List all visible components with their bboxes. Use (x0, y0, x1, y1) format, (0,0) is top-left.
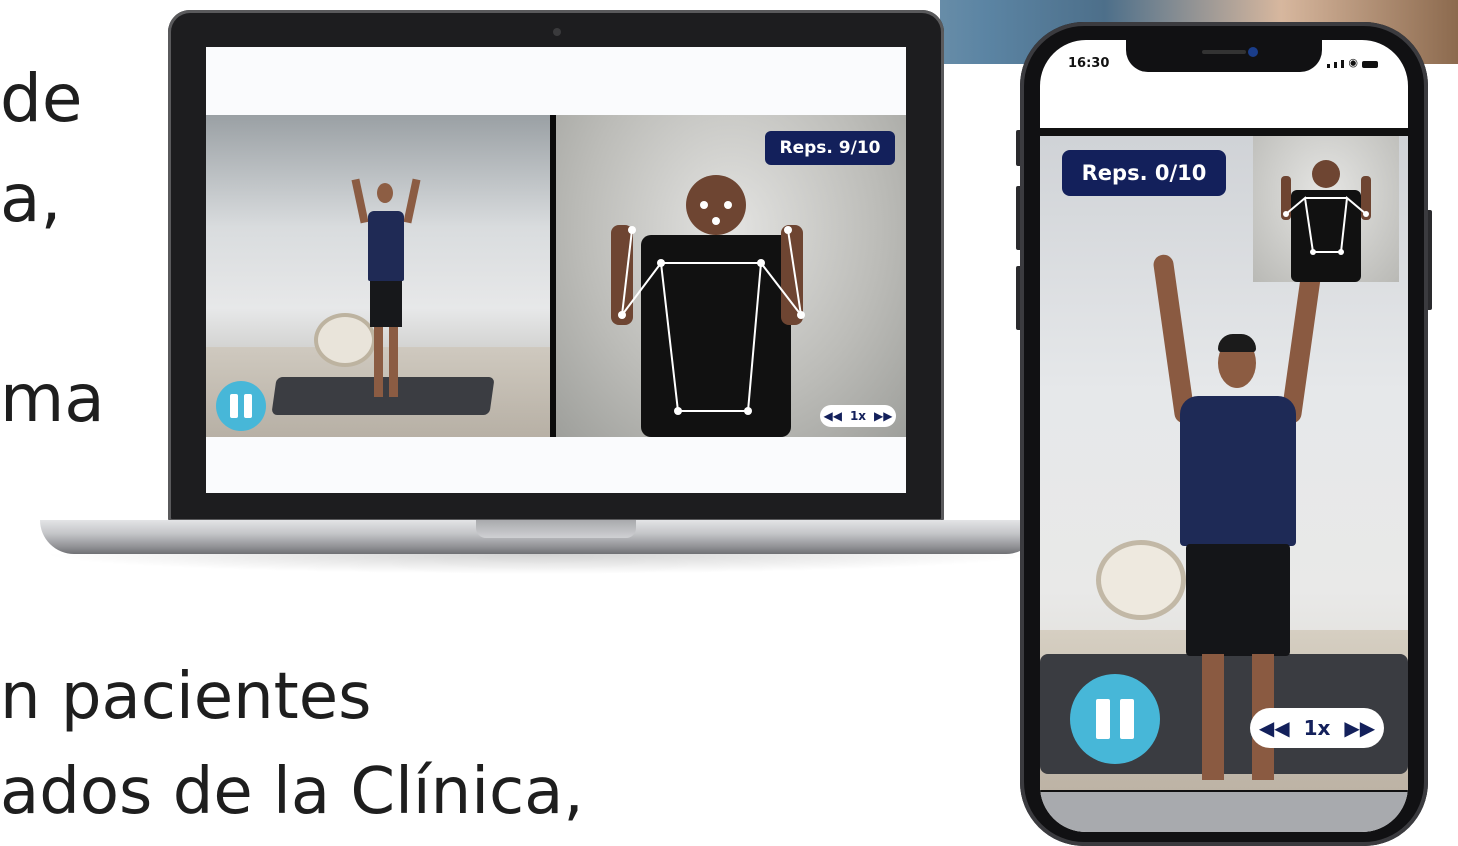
pause-button[interactable] (216, 381, 266, 431)
signal-icon (1327, 64, 1331, 68)
wifi-icon: ◉ (1348, 56, 1358, 69)
status-icons: ◉ (1327, 56, 1378, 69)
laptop-camera (553, 28, 561, 36)
fast-forward-icon[interactable]: ▶▶ (1344, 716, 1375, 740)
instructor-figure (1152, 198, 1324, 788)
front-camera-icon (1248, 47, 1258, 57)
patient-camera-pip[interactable] (1253, 136, 1399, 282)
exercise-video-area: Reps. 9/10 ◀◀ 1x ▶▶ (206, 115, 906, 437)
reps-counter: Reps. 0/10 (1062, 150, 1226, 196)
pause-icon (1096, 699, 1110, 739)
body-text-line-3: ma (0, 360, 105, 437)
body-text-line-5: ados de la Clínica, (0, 755, 584, 829)
body-text-line-1: de (0, 60, 83, 137)
body-text-line-4: n pacientes (0, 660, 372, 734)
instructor-figure (351, 178, 421, 409)
pause-icon (230, 394, 238, 418)
pause-button[interactable] (1070, 674, 1160, 764)
rewind-icon[interactable]: ◀◀ (1259, 716, 1290, 740)
status-time: 16:30 (1068, 56, 1110, 71)
pose-skeleton-overlay (1281, 160, 1371, 282)
fast-forward-icon[interactable]: ▶▶ (874, 409, 892, 423)
laptop-screen: Reps. 9/10 ◀◀ 1x ▶▶ (206, 47, 906, 493)
playback-speed-control[interactable]: ◀◀ 1x ▶▶ (1250, 708, 1384, 748)
speed-label: 1x (1303, 716, 1331, 740)
rewind-icon[interactable]: ◀◀ (823, 409, 841, 423)
speed-label: 1x (849, 409, 867, 423)
exercise-video-area: Reps. 0/10 ◀◀ 1x ▶▶ (1040, 128, 1408, 790)
phone-screen: 16:30 ◉ Reps. 0/10 ◀◀ 1x ▶▶ (1040, 40, 1408, 832)
reps-counter: Reps. 9/10 (765, 131, 895, 165)
battery-icon (1362, 61, 1378, 68)
phone-bottom-bar (1040, 792, 1408, 832)
playback-speed-control[interactable]: ◀◀ 1x ▶▶ (820, 405, 896, 427)
phone-notch (1126, 40, 1322, 72)
body-text-line-2: a, (0, 160, 62, 237)
instructor-video (206, 115, 550, 437)
